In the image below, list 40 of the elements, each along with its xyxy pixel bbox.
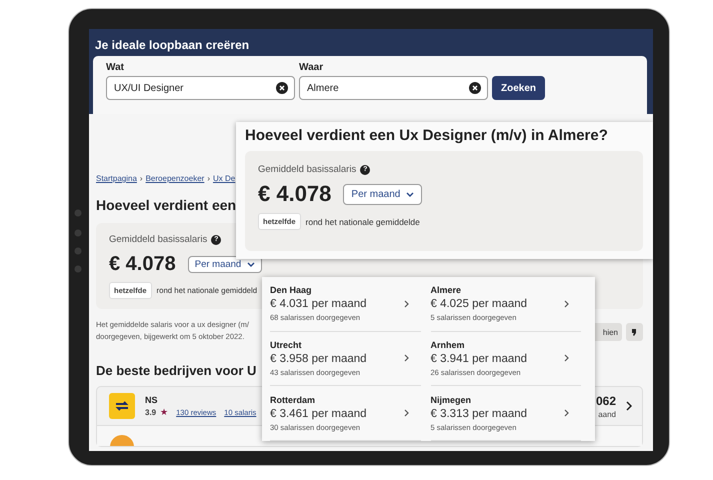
chevron-icon: [564, 300, 569, 308]
caret-icon: [406, 192, 414, 196]
company-salary: 062: [596, 394, 616, 408]
breadcrumb-separator: ›: [207, 174, 210, 183]
section-heading: De beste bedrijven voor U: [96, 363, 256, 378]
tablet-buttons-drawing: [74, 209, 82, 273]
company-logo-icon: [109, 393, 135, 419]
field-label: Wat: [106, 62, 125, 73]
caret-icon: [247, 262, 256, 267]
salary-amount: € 4.078: [258, 181, 332, 207]
chevron-icon: [404, 300, 408, 308]
comparison-text: rond het nationale gemiddelde: [306, 216, 420, 226]
chevron-icon: [564, 409, 569, 418]
salary-label: Gemiddeld basissalaris: [258, 164, 356, 175]
breadcrumb-link[interactable]: Beroepenzoeker: [146, 174, 204, 183]
zoomed-heading: Hoeveel verdient een Ux Designer (m/v) in Almere?: [245, 127, 609, 144]
period-dropdown[interactable]: Per maand: [188, 256, 262, 273]
breadcrumb-separator: ›: [140, 174, 143, 183]
star-icon: ★: [160, 407, 168, 417]
page-title: Je ideale loopbaan creëren: [94, 38, 250, 52]
thumbs-down-button[interactable]: [626, 323, 643, 341]
search-button[interactable]: Zoeken: [492, 76, 546, 100]
company-rating: 3.9: [145, 408, 156, 416]
breadcrumb-link[interactable]: Startpagina: [96, 174, 137, 183]
page-heading: Hoeveel verdient een: [96, 197, 238, 213]
breadcrumb-link[interactable]: Ux De: [212, 174, 236, 183]
salary-amount: € 4.078: [109, 253, 176, 276]
salary-period: aand: [598, 410, 616, 418]
chevron-icon: [404, 409, 408, 418]
salary-label: Gemiddeld basissalaris: [109, 234, 208, 245]
clear-icon[interactable]: [469, 82, 481, 94]
clear-icon[interactable]: [276, 82, 288, 94]
chevron-icon: [404, 354, 408, 362]
chevron-icon[interactable]: [626, 401, 632, 411]
search-field[interactable]: Almere: [299, 76, 488, 100]
field-label: Waar: [299, 62, 324, 73]
chevron-icon: [564, 354, 569, 362]
search-field[interactable]: UX/UI Designer: [106, 76, 295, 100]
company-logo-icon: [109, 434, 135, 446]
period-dropdown[interactable]: Per maand: [343, 184, 422, 204]
